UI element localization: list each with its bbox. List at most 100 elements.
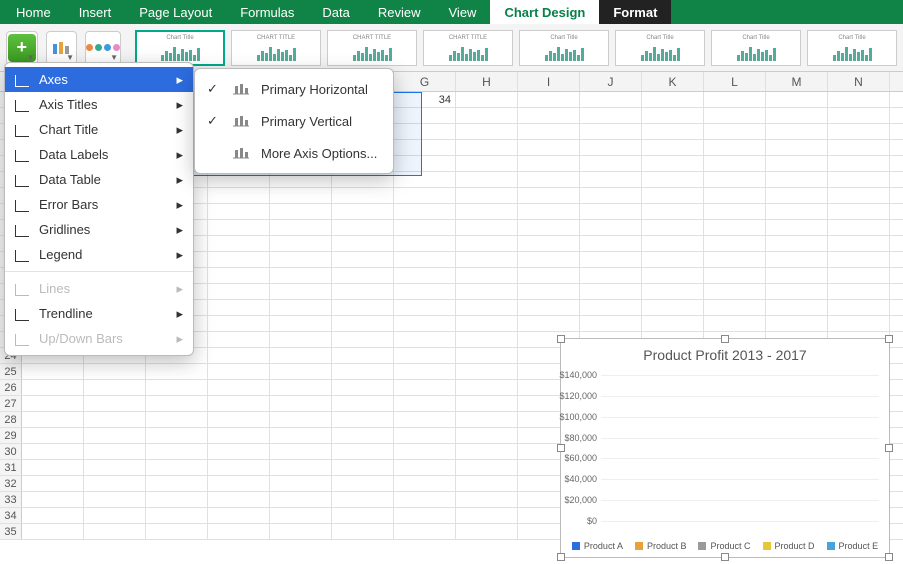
cell[interactable] (766, 188, 828, 203)
cell[interactable] (518, 108, 580, 123)
menu-item-legend[interactable]: Legend▸ (5, 242, 193, 267)
col-header[interactable]: G (394, 72, 456, 91)
cell[interactable] (332, 524, 394, 539)
col-header[interactable]: N (828, 72, 890, 91)
cell[interactable] (332, 428, 394, 443)
cell[interactable] (332, 300, 394, 315)
cell[interactable] (22, 380, 84, 395)
menu-item-chart-title[interactable]: Chart Title▸ (5, 117, 193, 142)
cell[interactable] (208, 220, 270, 235)
cell[interactable] (394, 188, 456, 203)
cell[interactable] (270, 188, 332, 203)
cell[interactable] (394, 204, 456, 219)
cell[interactable] (146, 364, 208, 379)
cell[interactable] (332, 508, 394, 523)
cell[interactable]: 34 (394, 92, 456, 107)
cell[interactable] (580, 172, 642, 187)
cell[interactable] (828, 124, 890, 139)
cell[interactable] (518, 124, 580, 139)
cell[interactable] (456, 300, 518, 315)
cell[interactable] (456, 492, 518, 507)
cell[interactable] (22, 444, 84, 459)
cell[interactable] (704, 156, 766, 171)
row-header[interactable]: 29 (0, 428, 22, 443)
cell[interactable] (456, 252, 518, 267)
cell[interactable] (22, 412, 84, 427)
cell[interactable] (332, 252, 394, 267)
legend-item[interactable]: Product E (827, 541, 879, 551)
cell[interactable] (270, 252, 332, 267)
cell[interactable] (828, 252, 890, 267)
cell[interactable] (394, 460, 456, 475)
row-header[interactable]: 34 (0, 508, 22, 523)
cell[interactable] (394, 172, 456, 187)
cell[interactable] (394, 492, 456, 507)
chart-style-thumb[interactable]: Chart Title (711, 30, 801, 66)
tab-page-layout[interactable]: Page Layout (125, 0, 226, 24)
cell[interactable] (456, 236, 518, 251)
cell[interactable] (332, 380, 394, 395)
cell[interactable] (146, 396, 208, 411)
legend-item[interactable]: Product D (763, 541, 815, 551)
chart-style-thumb[interactable]: Chart Title (807, 30, 897, 66)
cell[interactable] (828, 284, 890, 299)
cell[interactable] (208, 300, 270, 315)
cell[interactable] (704, 300, 766, 315)
cell[interactable] (84, 492, 146, 507)
tab-view[interactable]: View (435, 0, 491, 24)
cell[interactable] (146, 444, 208, 459)
cell[interactable] (394, 476, 456, 491)
cell[interactable] (518, 172, 580, 187)
cell[interactable] (704, 220, 766, 235)
cell[interactable] (146, 412, 208, 427)
cell[interactable] (518, 252, 580, 267)
cell[interactable] (22, 492, 84, 507)
cell[interactable] (456, 108, 518, 123)
cell[interactable] (394, 220, 456, 235)
cell[interactable] (146, 492, 208, 507)
cell[interactable] (146, 460, 208, 475)
cell[interactable] (332, 348, 394, 363)
cell[interactable] (394, 380, 456, 395)
tab-format[interactable]: Format (599, 0, 671, 24)
cell[interactable] (456, 428, 518, 443)
cell[interactable] (332, 476, 394, 491)
cell[interactable] (456, 156, 518, 171)
cell[interactable] (332, 188, 394, 203)
cell[interactable] (146, 380, 208, 395)
cell[interactable] (332, 332, 394, 347)
menu-item-axis-titles[interactable]: Axis Titles▸ (5, 92, 193, 117)
cell[interactable] (642, 108, 704, 123)
tab-insert[interactable]: Insert (65, 0, 126, 24)
tab-formulas[interactable]: Formulas (226, 0, 308, 24)
cell[interactable] (766, 108, 828, 123)
cell[interactable] (270, 380, 332, 395)
submenu-item-primary-horizontal[interactable]: ✓Primary Horizontal (195, 73, 393, 105)
cell[interactable] (270, 412, 332, 427)
row-header[interactable]: 26 (0, 380, 22, 395)
chart-style-thumb[interactable]: Chart Title (615, 30, 705, 66)
cell[interactable] (828, 140, 890, 155)
menu-item-gridlines[interactable]: Gridlines▸ (5, 217, 193, 242)
col-header[interactable]: J (580, 72, 642, 91)
cell[interactable] (642, 220, 704, 235)
cell[interactable] (208, 460, 270, 475)
cell[interactable] (580, 188, 642, 203)
cell[interactable] (394, 316, 456, 331)
cell[interactable] (456, 316, 518, 331)
cell[interactable] (456, 140, 518, 155)
cell[interactable] (270, 284, 332, 299)
cell[interactable] (642, 300, 704, 315)
row-header[interactable]: 33 (0, 492, 22, 507)
submenu-item-more-axis-options-[interactable]: More Axis Options... (195, 137, 393, 169)
cell[interactable] (704, 204, 766, 219)
cell[interactable] (518, 300, 580, 315)
cell[interactable] (208, 268, 270, 283)
cell[interactable] (766, 92, 828, 107)
menu-item-data-table[interactable]: Data Table▸ (5, 167, 193, 192)
cell[interactable] (704, 316, 766, 331)
cell[interactable] (828, 220, 890, 235)
cell[interactable] (332, 268, 394, 283)
cell[interactable] (642, 188, 704, 203)
cell[interactable] (642, 252, 704, 267)
